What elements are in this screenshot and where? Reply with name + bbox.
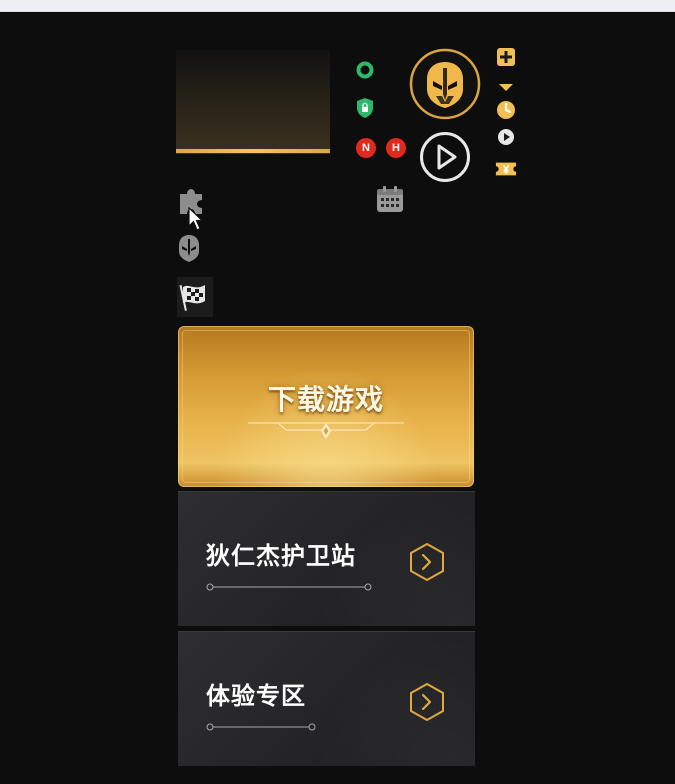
menu-card-label: 狄仁杰护卫站 [206,542,356,570]
card-underline-ornament [206,577,372,591]
checkered-flag-icon[interactable] [177,277,213,317]
badge-h[interactable]: H [386,138,406,158]
calendar-icon[interactable] [375,184,405,214]
lock-shield-icon[interactable] [355,97,375,119]
play-circle-icon[interactable] [419,131,471,183]
menu-card-experience-zone[interactable]: 体验专区 [178,631,475,766]
ornament-divider-icon [248,420,404,442]
clock-icon[interactable] [495,99,517,121]
status-ring-icon[interactable] [355,60,375,80]
banner-gold-underline [176,149,330,153]
chevron-right-hex-icon[interactable] [409,542,445,582]
helmet-avatar-icon[interactable] [409,48,481,120]
ticket-yen-icon[interactable] [495,159,517,179]
plus-box-icon[interactable] [495,47,517,67]
play-small-icon[interactable] [495,127,517,147]
card-underline-ornament [206,717,316,731]
menu-card-guard-station[interactable]: 狄仁杰护卫站 [178,491,475,626]
download-game-button[interactable]: 下载游戏 [178,326,474,487]
mouse-cursor-icon [188,206,204,233]
helmet-icon[interactable] [177,233,201,263]
menu-card-label: 体验专区 [206,682,306,710]
card-sheen [315,636,475,766]
promo-banner[interactable] [176,50,330,154]
caret-down-icon[interactable] [495,80,517,94]
badge-n[interactable]: N [356,138,376,158]
download-game-label: 下载游戏 [267,383,384,416]
chevron-right-hex-icon[interactable] [409,682,445,722]
window-top-bar [0,0,675,12]
